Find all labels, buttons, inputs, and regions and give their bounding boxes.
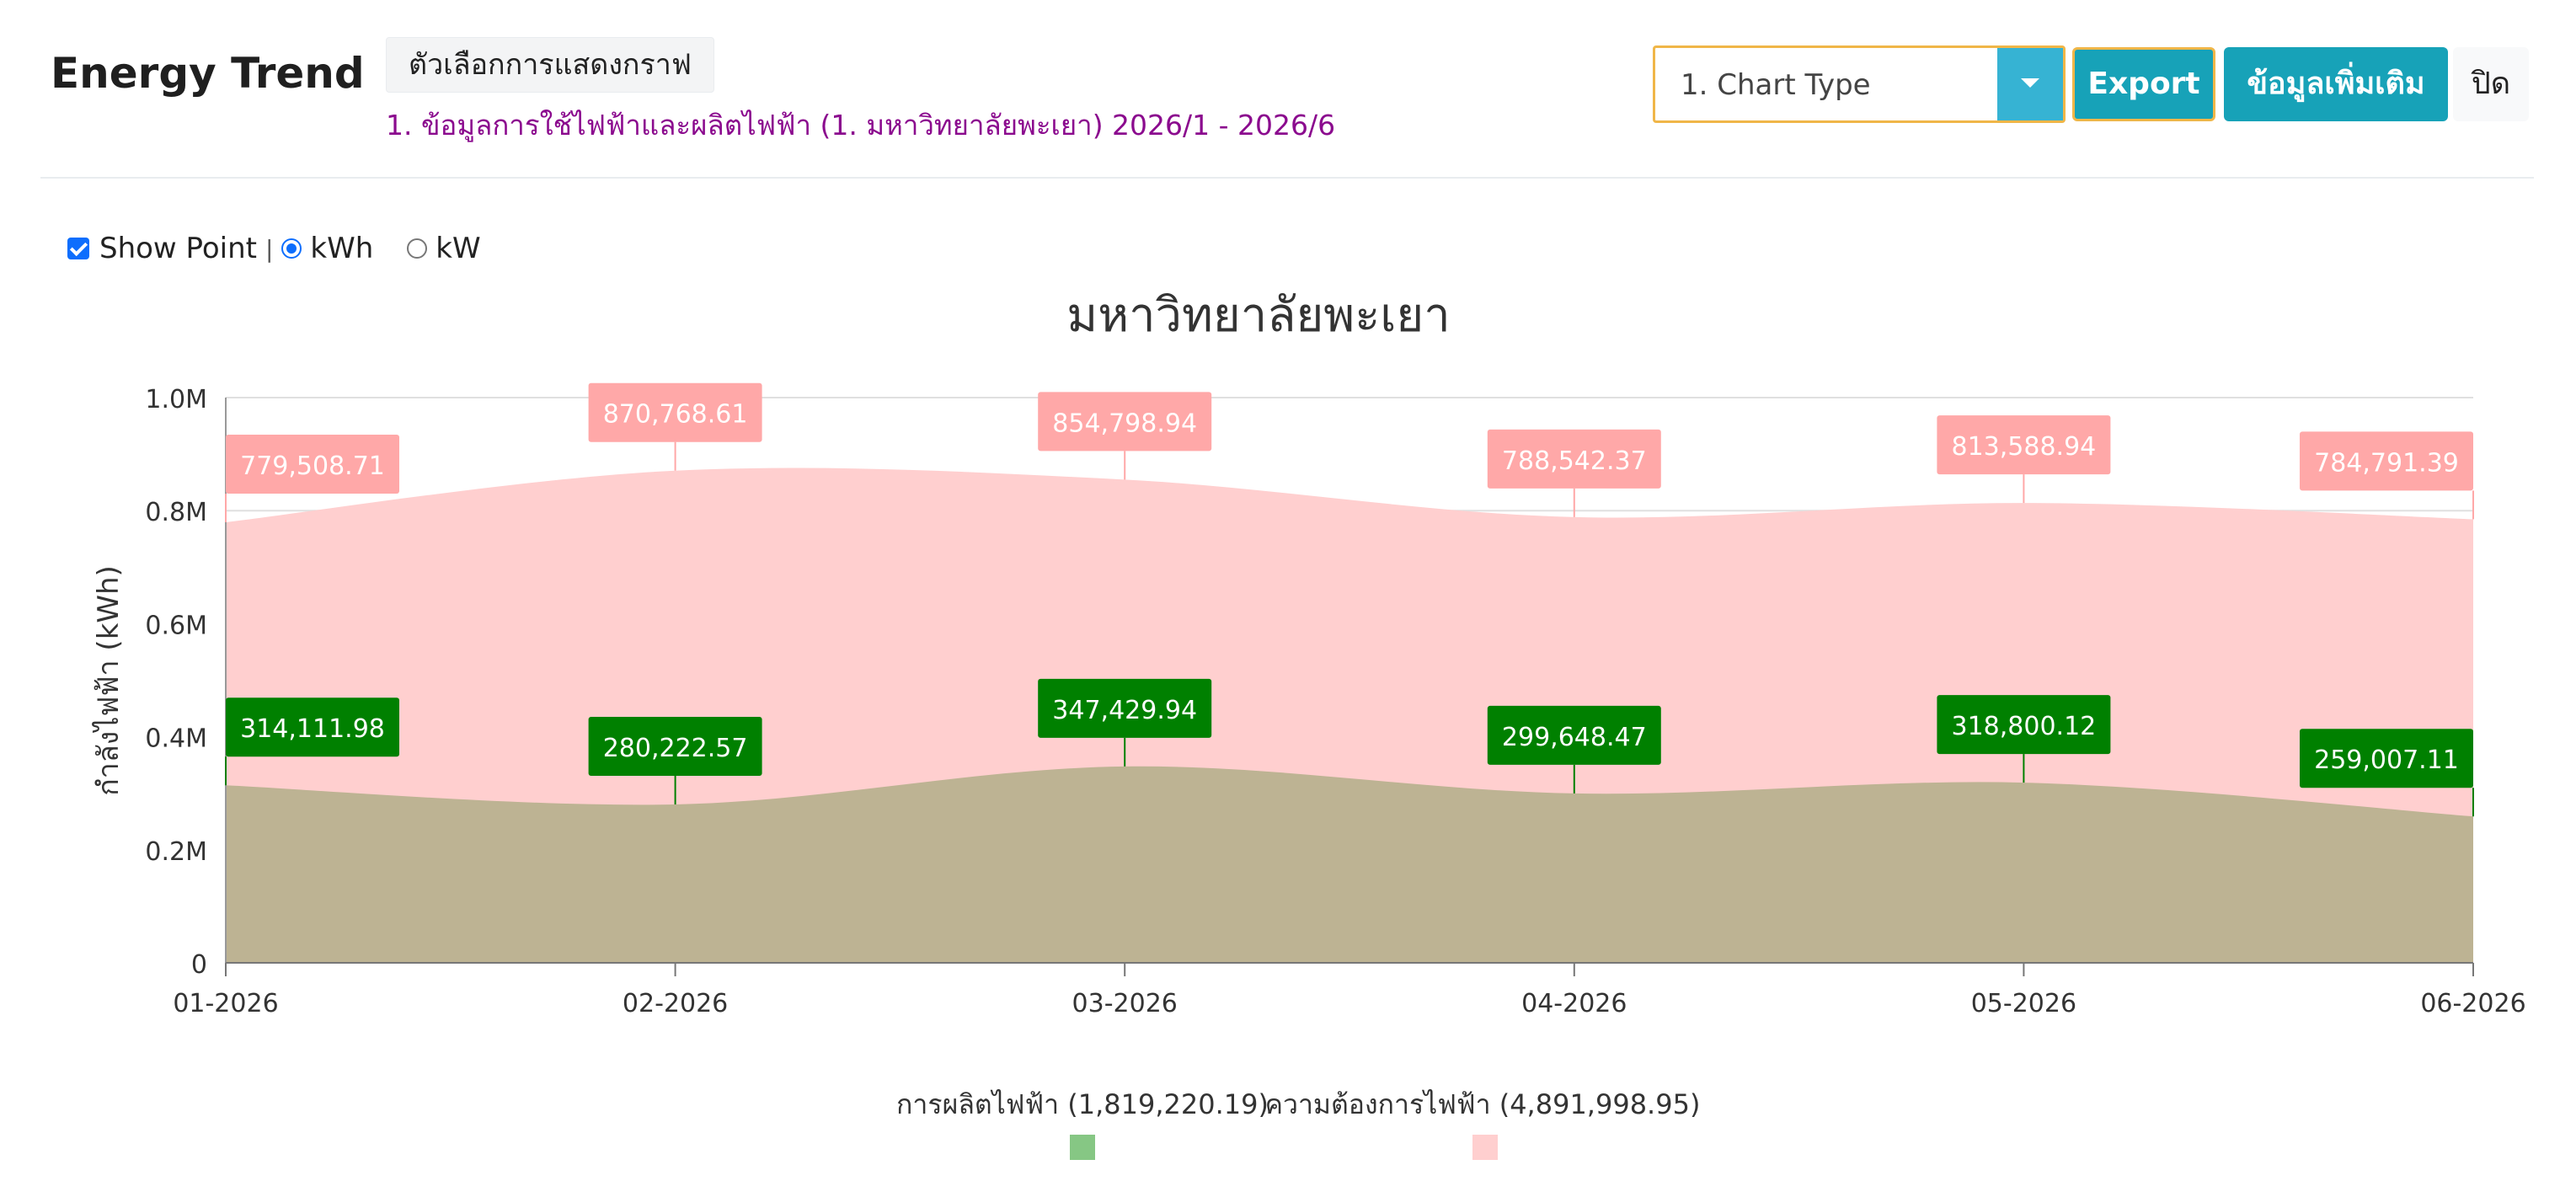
legend-label-generation: การผลิตไฟฟ้า (1,819,220.19)	[896, 1088, 1269, 1120]
legend-label-demand: ความต้องการไฟฟ้า (4,891,998.95)	[1265, 1088, 1701, 1120]
legend-swatch-demand	[1472, 1135, 1498, 1160]
data-label: 299,648.47	[1502, 723, 1647, 752]
y-axis-label: กำลังไฟฟ้า (kWh)	[92, 565, 126, 796]
data-label: 854,798.94	[1052, 409, 1197, 438]
x-tick-label: 02-2026	[623, 989, 728, 1018]
energy-trend-chart: มหาวิทยาลัยพะเยา กำลังไฟฟ้า (kWh) 0 0.2M 0…	[92, 288, 2526, 1160]
data-label: 870,768.61	[603, 400, 748, 430]
x-tick-label: 04-2026	[1521, 989, 1627, 1018]
data-label: 259,007.11	[2314, 745, 2459, 775]
data-label: 318,800.12	[1952, 712, 2097, 741]
data-label: 280,222.57	[603, 734, 748, 763]
y-tick-label: 0	[191, 950, 207, 980]
y-tick-label: 1.0M	[145, 385, 207, 414]
x-tick-label: 05-2026	[1971, 989, 2076, 1018]
y-tick-label: 0.4M	[145, 724, 207, 754]
y-tick-label: 0.6M	[145, 611, 207, 640]
y-tick-label: 0.2M	[145, 837, 207, 867]
y-tick-label: 0.8M	[145, 498, 207, 527]
legend-layer: การผลิตไฟฟ้า (1,819,220.19)ความต้องการไฟ…	[896, 1088, 1700, 1160]
data-label: 784,791.39	[2314, 448, 2459, 478]
chart-title: มหาวิทยาลัยพะเยา	[1066, 288, 1450, 343]
area-layer	[226, 468, 2473, 963]
data-label: 788,542.37	[1502, 446, 1647, 476]
data-label: 347,429.94	[1052, 696, 1197, 725]
data-label: 779,508.71	[240, 452, 385, 481]
legend-swatch-generation	[1070, 1135, 1095, 1160]
data-label: 314,111.98	[240, 714, 385, 744]
x-tick-label: 01-2026	[173, 989, 278, 1018]
data-label: 813,588.94	[1952, 432, 2097, 462]
x-tick-label: 06-2026	[2420, 989, 2525, 1018]
x-tick-label: 03-2026	[1072, 989, 1178, 1018]
